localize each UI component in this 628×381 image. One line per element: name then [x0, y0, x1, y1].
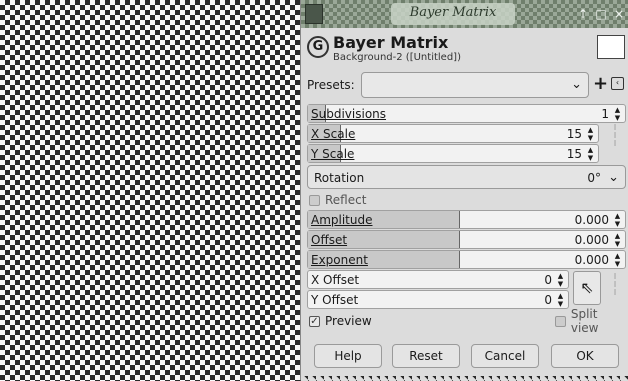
dialog-subtitle: Background-2 ([Untitled])	[333, 52, 461, 63]
presets-row: Presets: ⌄ + ‹	[307, 72, 625, 98]
x-offset-stepper[interactable]: ▲ ▼	[555, 272, 566, 288]
exponent-label: Exponent	[311, 253, 368, 267]
help-button[interactable]: Help	[314, 344, 382, 368]
spin-up-icon[interactable]: ▲	[612, 232, 623, 240]
x-offset-spin[interactable]: X Offset 0 ▲ ▼	[307, 270, 569, 289]
dialog-header: G Bayer Matrix Background-2 ([Untitled])	[307, 33, 625, 67]
spin-up-icon[interactable]: ▲	[585, 146, 596, 154]
subdivisions-label: Subdivisions	[311, 107, 387, 121]
y-scale-value: 15	[566, 147, 582, 161]
chevron-down-icon: ⌄	[571, 77, 582, 92]
amplitude-value: 0.000	[574, 213, 609, 227]
gimp-logo-icon: G	[307, 36, 329, 58]
subdivisions-stepper[interactable]: ▲ ▼	[612, 106, 623, 122]
rotation-label: Rotation	[314, 171, 365, 185]
dialog-bottom-edge	[300, 376, 628, 381]
spin-down-icon[interactable]: ▼	[555, 300, 566, 308]
chain-bottom-glyph: ⁝	[613, 139, 617, 148]
spin-down-icon[interactable]: ▼	[585, 154, 596, 162]
window-maximize-button[interactable]: □	[595, 5, 607, 23]
rotation-combo[interactable]: Rotation 0° ⌄	[307, 165, 626, 189]
spin-up-icon[interactable]: ▲	[555, 292, 566, 300]
y-offset-label: Y Offset	[311, 293, 359, 307]
rotation-value: 0°	[587, 171, 601, 185]
y-scale-stepper[interactable]: ▲ ▼	[585, 146, 596, 162]
ok-button[interactable]: OK	[551, 344, 619, 368]
window-close-button[interactable]: ×	[613, 5, 625, 23]
preview-checkbox-row[interactable]: ✓ Preview	[309, 313, 372, 329]
window-controls: ↑ □ ×	[577, 5, 625, 23]
x-scale-spin[interactable]: X Scale 15 ▲ ▼	[307, 124, 599, 143]
y-scale-label: Y Scale	[311, 147, 355, 161]
x-offset-value: 0	[544, 273, 552, 287]
spin-down-icon[interactable]: ▼	[612, 240, 623, 248]
chevron-down-icon: ⌄	[608, 170, 619, 185]
amplitude-stepper[interactable]: ▲ ▼	[612, 212, 623, 228]
spin-down-icon[interactable]: ▼	[555, 280, 566, 288]
x-scale-stepper[interactable]: ▲ ▼	[585, 126, 596, 142]
preview-checkbox[interactable]: ✓	[309, 315, 320, 327]
y-offset-value: 0	[544, 293, 552, 307]
offset-spin[interactable]: Offset 0.000 ▲ ▼	[307, 230, 626, 249]
split-view-checkbox-row[interactable]: Split view	[555, 307, 628, 335]
add-preset-button[interactable]: +	[593, 73, 608, 95]
presets-label: Presets:	[307, 78, 355, 92]
pick-offset-pointer-button[interactable]: ⇖	[573, 271, 601, 305]
layer-preview-thumbnail	[597, 35, 625, 59]
spin-up-icon[interactable]: ▲	[585, 126, 596, 134]
window-raise-button[interactable]: ↑	[577, 5, 589, 23]
window-titlebar[interactable]: Bayer Matrix ↑ □ ×	[301, 0, 628, 28]
spin-down-icon[interactable]: ▼	[612, 114, 623, 122]
split-view-checkbox[interactable]	[555, 315, 566, 327]
spin-down-icon[interactable]: ▼	[612, 220, 623, 228]
exponent-spin[interactable]: Exponent 0.000 ▲ ▼	[307, 250, 626, 269]
window-app-icon	[305, 4, 323, 24]
spin-up-icon[interactable]: ▲	[612, 252, 623, 260]
spin-down-icon[interactable]: ▼	[585, 134, 596, 142]
reflect-label: Reflect	[325, 193, 367, 207]
presets-combo[interactable]: ⌄	[361, 72, 589, 98]
reflect-checkbox[interactable]	[309, 194, 320, 206]
exponent-value: 0.000	[574, 253, 609, 267]
spin-down-icon[interactable]: ▼	[612, 260, 623, 268]
split-view-label: Split view	[570, 307, 599, 335]
offset-value: 0.000	[574, 233, 609, 247]
dialog-title: Bayer Matrix	[333, 33, 449, 52]
y-scale-spin[interactable]: Y Scale 15 ▲ ▼	[307, 144, 599, 163]
y-offset-stepper[interactable]: ▲ ▼	[555, 292, 566, 308]
offset-label: Offset	[311, 233, 348, 247]
amplitude-spin[interactable]: Amplitude 0.000 ▲ ▼	[307, 210, 626, 229]
reset-button[interactable]: Reset	[392, 344, 460, 368]
subdivisions-value: 1	[601, 107, 609, 121]
window-title: Bayer Matrix	[409, 5, 497, 20]
presets-menu-icon[interactable]: ‹	[611, 77, 624, 90]
preview-label: Preview	[325, 314, 372, 328]
subdivisions-spin[interactable]: Subdivisions 1 ▲ ▼	[307, 104, 626, 123]
y-offset-spin[interactable]: Y Offset 0 ▲ ▼	[307, 290, 569, 309]
spin-up-icon[interactable]: ▲	[612, 106, 623, 114]
amplitude-label: Amplitude	[311, 213, 373, 227]
x-scale-label: X Scale	[311, 127, 356, 141]
spin-up-icon[interactable]: ▲	[612, 212, 623, 220]
x-scale-value: 15	[566, 127, 582, 141]
exponent-stepper[interactable]: ▲ ▼	[612, 252, 623, 268]
offset-chain-link-icon[interactable]: ⁝ ⁝ ⁝	[610, 273, 620, 297]
image-canvas-checkerboard	[0, 0, 300, 381]
scale-chain-link-icon[interactable]: ⁝ ⁝ ⁝	[610, 124, 620, 148]
window-title-pill: Bayer Matrix	[391, 3, 515, 25]
chain-bottom-glyph: ⁝	[613, 288, 617, 297]
reflect-checkbox-row[interactable]: Reflect	[309, 192, 366, 208]
cancel-button[interactable]: Cancel	[471, 344, 539, 368]
offset-stepper[interactable]: ▲ ▼	[612, 232, 623, 248]
spin-up-icon[interactable]: ▲	[555, 272, 566, 280]
pointer-arrow-icon: ⇖	[580, 278, 594, 297]
x-offset-label: X Offset	[311, 273, 360, 287]
